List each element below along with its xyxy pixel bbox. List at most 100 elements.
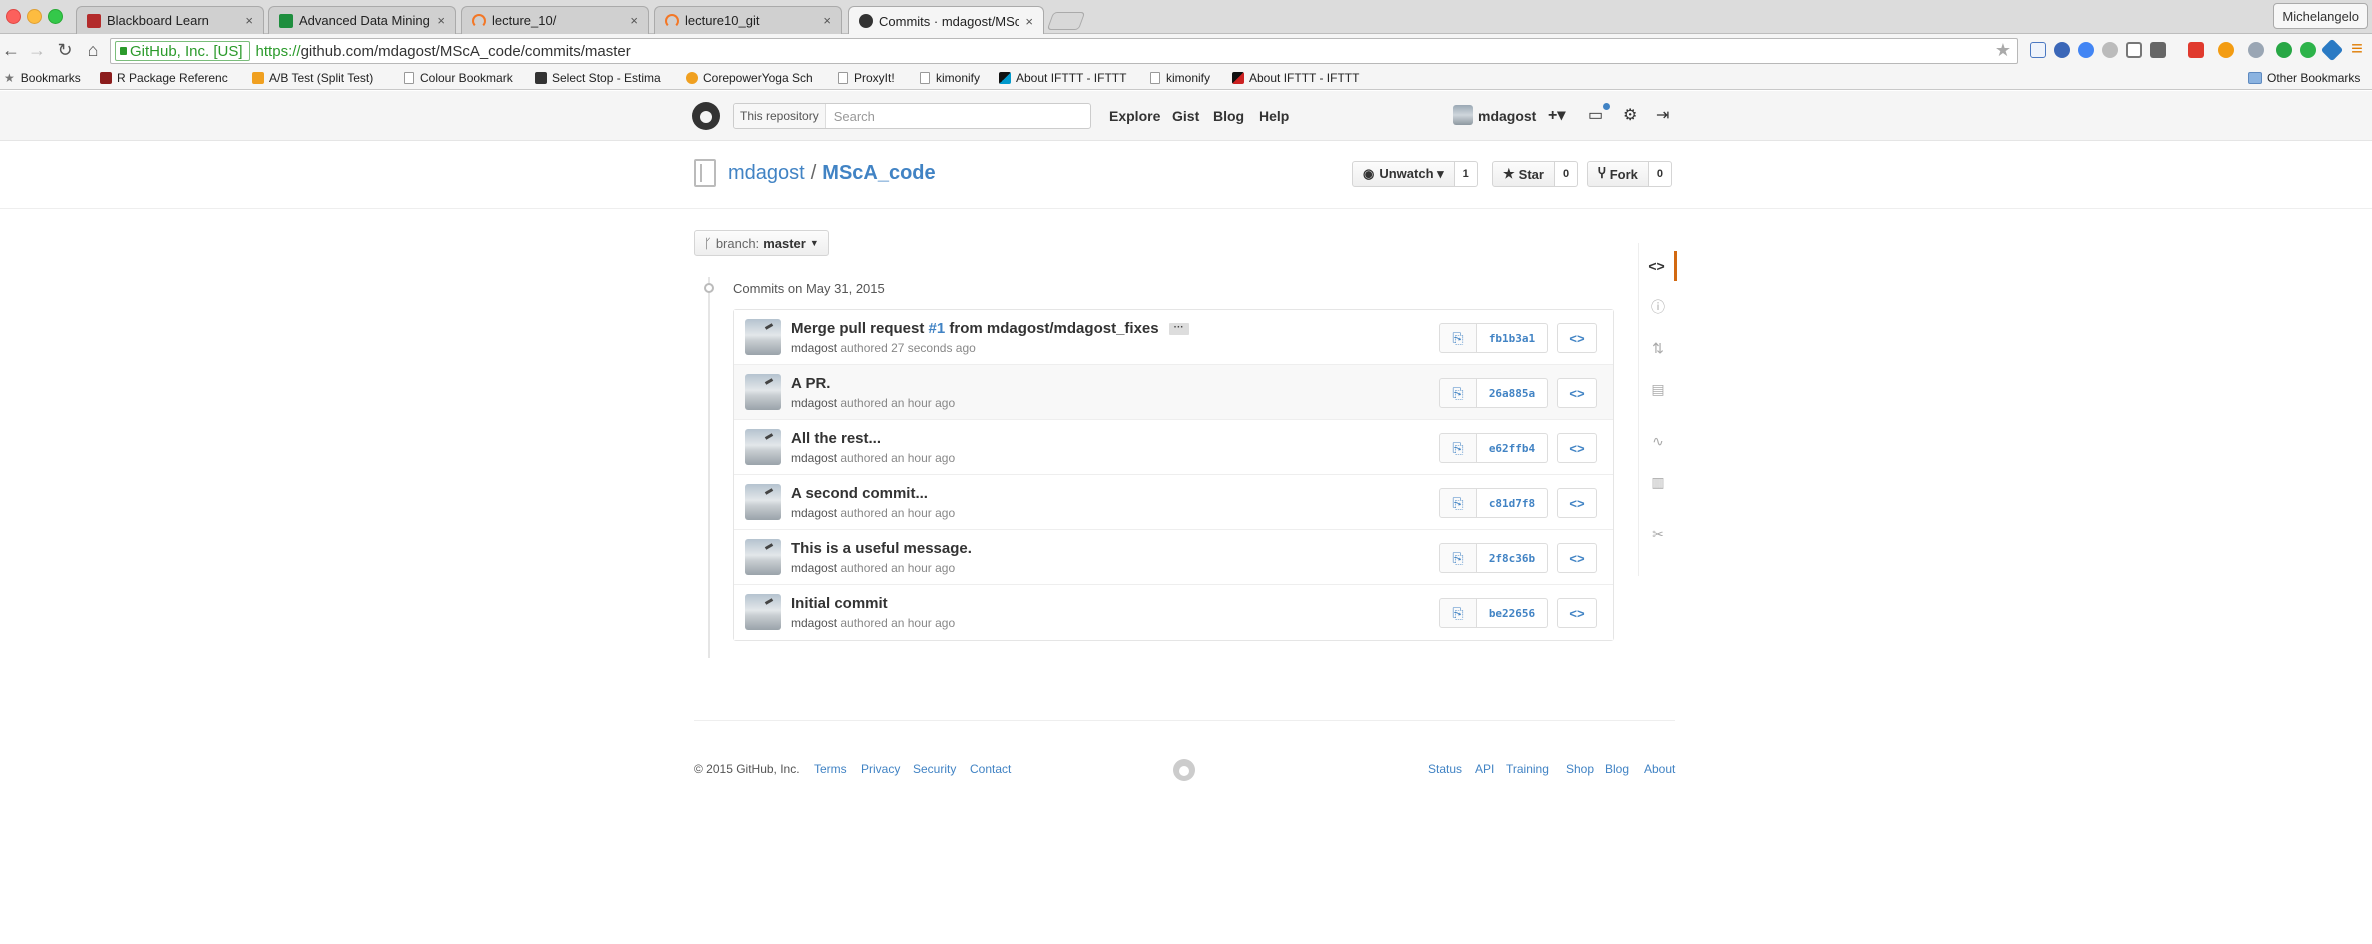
bookmark-item[interactable]: kimonify [1150,71,1210,85]
wiki-icon[interactable]: ▤ [1639,374,1677,404]
site-search[interactable]: This repository [733,103,1091,129]
footer-link-about[interactable]: About [1644,762,1675,776]
tab-close-icon[interactable]: × [437,13,445,28]
bookmark-star-icon[interactable]: ★ [1995,40,2011,61]
commit-title[interactable]: Initial commit [791,595,888,612]
footer-link-privacy[interactable]: Privacy [861,762,900,776]
star-button[interactable]: ★ Star [1492,161,1555,187]
tab-close-icon[interactable]: × [823,13,831,28]
bookmark-item[interactable]: Colour Bookmark [404,71,513,85]
browse-code-button[interactable]: <> [1557,543,1597,573]
commit-title[interactable]: All the rest... [791,430,881,447]
bookmark-item[interactable]: About IFTTT - IFTTT [999,71,1126,85]
bookmark-item[interactable]: About IFTTT - IFTTT [1232,71,1359,85]
extension-icon[interactable] [2102,42,2118,58]
bookmark-item[interactable]: Select Stop - Estima [535,71,661,85]
footer-link-terms[interactable]: Terms [814,762,847,776]
nav-explore[interactable]: Explore [1109,108,1160,124]
address-bar[interactable]: GitHub, Inc. [US] https://github.com/mda… [110,38,2018,64]
footer-link-shop[interactable]: Shop [1566,762,1594,776]
tab-close-icon[interactable]: × [630,13,638,28]
stargazers-count[interactable]: 0 [1554,161,1579,187]
commit-sha-link[interactable]: be22656 [1477,598,1548,628]
browse-code-button[interactable]: <> [1557,323,1597,353]
nav-blog[interactable]: Blog [1213,108,1244,124]
browse-code-button[interactable]: <> [1557,433,1597,463]
commit-sha-link[interactable]: fb1b3a1 [1477,323,1548,353]
commit-title[interactable]: A PR. [791,375,830,392]
repo-owner-link[interactable]: mdagost [728,162,805,184]
browser-tab[interactable]: lecture10_git × [654,6,842,34]
home-icon[interactable]: ⌂ [82,40,104,61]
tab-close-icon[interactable]: × [245,13,253,28]
browser-tab[interactable]: Blackboard Learn × [76,6,264,34]
pull-request-link[interactable]: #1 [929,320,946,337]
chrome-menu-icon[interactable]: ≡ [2346,38,2368,61]
footer-link-api[interactable]: API [1475,762,1494,776]
notifications-icon[interactable]: ▭ [1588,105,1603,125]
extension-icon[interactable] [2150,42,2166,58]
new-tab-button[interactable] [1046,12,1086,30]
extension-icon[interactable] [2320,38,2344,62]
forward-arrow-icon[interactable]: → [26,40,48,61]
sign-out-icon[interactable]: ⇥ [1656,105,1669,125]
extension-icon[interactable] [2188,42,2204,58]
github-mark-icon[interactable] [1173,759,1195,781]
browse-code-button[interactable]: <> [1557,488,1597,518]
cast-icon[interactable] [2126,42,2142,58]
commit-author-link[interactable]: mdagost [791,506,837,520]
commit-author-link[interactable]: mdagost [791,561,837,575]
extension-icon[interactable] [2248,42,2264,58]
commit-author-link[interactable]: mdagost [791,341,837,355]
issues-icon[interactable]: ⓘ [1639,292,1677,322]
browse-code-button[interactable]: <> [1557,378,1597,408]
window-minimize-button[interactable] [27,9,42,24]
nav-gist[interactable]: Gist [1172,108,1199,124]
avatar[interactable] [745,374,781,410]
window-maximize-button[interactable] [48,9,63,24]
watchers-count[interactable]: 1 [1454,161,1478,187]
other-bookmarks[interactable]: Other Bookmarks [2248,71,2360,85]
search-input[interactable] [833,108,1074,124]
extension-icon[interactable] [2300,42,2316,58]
extension-icon[interactable] [2054,42,2070,58]
footer-link-blog[interactable]: Blog [1605,762,1629,776]
commit-sha-link[interactable]: 2f8c36b [1477,543,1548,573]
commit-author-link[interactable]: mdagost [791,396,837,410]
fork-button[interactable]: Ⴤ Fork [1587,161,1649,187]
browser-tab-active[interactable]: Commits · mdagost/MScA × [848,6,1044,35]
commit-title[interactable]: A second commit... [791,485,928,502]
branch-selector[interactable]: ᚴ branch: master ▼ [694,230,829,256]
back-arrow-icon[interactable]: ← [0,40,22,61]
commit-sha-link[interactable]: 26a885a [1477,378,1548,408]
gear-icon[interactable]: ⚙ [1623,105,1637,125]
avatar[interactable] [745,319,781,355]
footer-link-security[interactable]: Security [913,762,956,776]
browser-tab[interactable]: Advanced Data Mining and × [268,6,456,34]
code-icon[interactable]: <> [1639,251,1677,281]
extension-icon[interactable] [2276,42,2292,58]
settings-icon[interactable]: ✂ [1639,519,1677,549]
bookmarks-menu[interactable]: ★ Bookmarks [4,71,81,85]
footer-link-training[interactable]: Training [1506,762,1549,776]
clipboard-icon[interactable]: ⎘ [1439,543,1477,573]
github-logo-icon[interactable] [692,102,720,130]
browser-tab[interactable]: lecture_10/ × [461,6,649,34]
clipboard-icon[interactable]: ⎘ [1439,598,1477,628]
unwatch-button[interactable]: ◉ Unwatch ▾ [1352,161,1455,187]
clipboard-icon[interactable]: ⎘ [1439,323,1477,353]
window-close-button[interactable] [6,9,21,24]
create-new-icon[interactable]: +▾ [1548,105,1565,125]
commit-sha-link[interactable]: c81d7f8 [1477,488,1548,518]
commit-author-link[interactable]: mdagost [791,616,837,630]
pulse-icon[interactable]: ∿ [1639,426,1677,456]
tab-close-icon[interactable]: × [1025,14,1033,29]
forks-count[interactable]: 0 [1648,161,1673,187]
commit-sha-link[interactable]: e62ffb4 [1477,433,1548,463]
expand-message-button[interactable]: ··· [1168,323,1189,336]
bookmark-item[interactable]: kimonify [920,71,980,85]
nav-help[interactable]: Help [1259,108,1289,124]
browse-code-button[interactable]: <> [1557,598,1597,628]
bookmark-item[interactable]: R Package Referenc [100,71,228,85]
extension-icon[interactable] [2030,42,2046,58]
